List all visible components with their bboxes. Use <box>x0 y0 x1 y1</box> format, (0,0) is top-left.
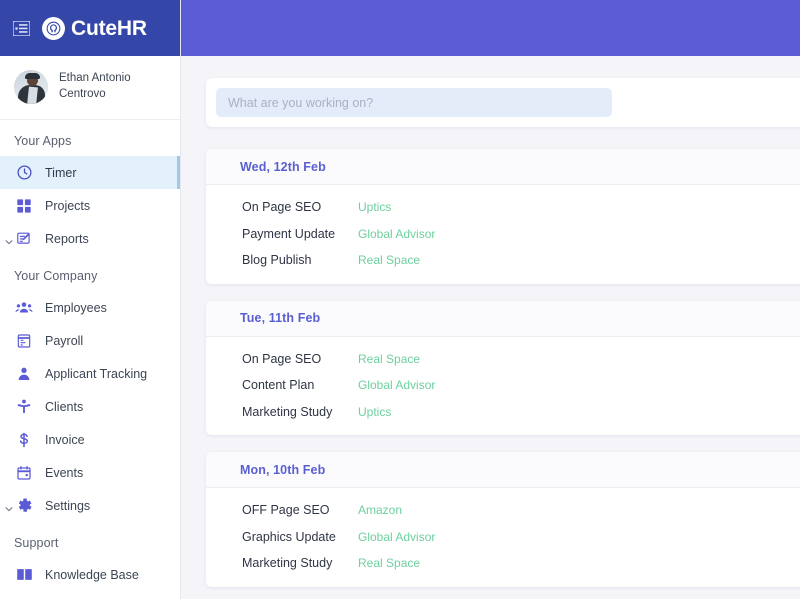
sidebar-item-projects[interactable]: Projects <box>0 189 180 222</box>
sidebar-item-clients-label: Clients <box>45 399 84 414</box>
timesheet-entry-list: On Page SEOReal Space10:10 AMContent Pla… <box>206 337 800 436</box>
sidebar-item-applicant-tracking-label: Applicant Tracking <box>45 366 148 381</box>
sidebar-header: CuteHR <box>0 0 180 56</box>
nav-section-your-apps-label: Your Apps <box>14 134 72 148</box>
timesheet-day-header: Mon, 10th Feb <box>206 452 800 488</box>
chevron-down-icon[interactable] <box>4 501 14 511</box>
entry-task-name: Graphics Update <box>242 529 336 544</box>
clock-icon <box>14 163 34 183</box>
nav-section-your-company-label: Your Company <box>14 269 98 283</box>
entry-task-name: On Page SEO <box>242 200 322 215</box>
entry-project-name[interactable]: Real Space <box>358 352 420 366</box>
sidebar-item-settings[interactable]: Settings <box>0 489 180 522</box>
gear-icon <box>14 496 34 516</box>
brand-name: CuteHR <box>71 16 147 40</box>
content-scroll-area: Wed, 12th FebOn Page SEOUptics10:10 AMPa… <box>180 56 800 599</box>
entry-project-name[interactable]: Global Advisor <box>358 530 435 544</box>
sidebar-item-employees-label: Employees <box>45 300 107 315</box>
hamburger-menu-icon[interactable] <box>10 19 32 38</box>
sidebar-item-events-label: Events <box>45 465 84 480</box>
sidebar-item-knowledge-base[interactable]: Knowledge Base <box>0 558 180 591</box>
timesheet-entry-row[interactable]: OFF Page SEOAmazon10:15 AM <box>206 497 800 524</box>
entry-task-name: Marketing Study <box>242 404 333 419</box>
entry-task-name: OFF Page SEO <box>242 503 330 518</box>
sidebar-item-reports[interactable]: Reports <box>0 222 180 255</box>
calendar-icon <box>14 463 34 483</box>
person-icon <box>14 364 34 384</box>
entry-project-name[interactable]: Real Space <box>358 556 420 570</box>
sidebar-item-clients[interactable]: Clients <box>0 390 180 423</box>
timesheet-entry-row[interactable]: Graphics UpdateGlobal Advisor12:03 PM <box>206 524 800 551</box>
dollar-icon <box>14 430 34 450</box>
sidebar: CuteHR Ethan Antonio Centrovo Your Apps … <box>0 0 180 599</box>
timesheet-day-card: Mon, 10th FebOFF Page SEOAmazon10:15 AMG… <box>206 452 800 587</box>
book-icon <box>14 565 34 585</box>
entry-task-name: Marketing Study <box>242 556 333 571</box>
sidebar-item-payroll-label: Payroll <box>45 333 84 348</box>
entry-task-name: Content Plan <box>242 378 315 393</box>
timesheet-entry-row[interactable]: Blog PublishReal Space02:21 PM <box>206 247 800 274</box>
people-icon <box>14 298 34 318</box>
entry-project-name[interactable]: Uptics <box>358 200 391 214</box>
sidebar-item-settings-label: Settings <box>45 498 91 513</box>
brand-logo[interactable]: CuteHR <box>42 16 147 40</box>
entry-task-name: Blog Publish <box>242 253 312 268</box>
timesheet-entry-row[interactable]: Payment UpdateGlobal Advisor12:03 PM <box>206 221 800 248</box>
timesheet-day-list: Wed, 12th FebOn Page SEOUptics10:10 AMPa… <box>206 149 800 587</box>
report-icon <box>14 229 34 249</box>
task-entry-card <box>206 78 800 127</box>
avatar <box>14 70 48 104</box>
entry-project-name[interactable]: Global Advisor <box>358 378 435 392</box>
timesheet-entry-row[interactable]: Marketing StudyReal Space02:21 PM <box>206 550 800 577</box>
sidebar-item-employees[interactable]: Employees <box>0 291 180 324</box>
sidebar-item-reports-label: Reports <box>45 231 89 246</box>
sidebar-item-invoice[interactable]: Invoice <box>0 423 180 456</box>
timesheet-day-header: Tue, 11th Feb <box>206 300 800 337</box>
client-icon <box>14 397 34 417</box>
entry-project-name[interactable]: Amazon <box>358 503 402 517</box>
search-input[interactable] <box>216 88 612 117</box>
timesheet-entry-list: On Page SEOUptics10:10 AMPayment UpdateG… <box>206 185 800 284</box>
sidebar-item-payroll[interactable]: Payroll <box>0 324 180 357</box>
timesheet-date-label: Tue, 11th Feb <box>240 311 321 325</box>
entry-project-name[interactable]: Global Advisor <box>358 227 435 241</box>
sidebar-item-timer-label: Timer <box>45 165 77 180</box>
entry-project-name[interactable]: Real Space <box>358 253 420 267</box>
grid-icon <box>14 196 34 216</box>
sidebar-item-applicant-tracking[interactable]: Applicant Tracking <box>0 357 180 390</box>
timesheet-day-card: Wed, 12th FebOn Page SEOUptics10:10 AMPa… <box>206 149 800 284</box>
cutehr-circle-logo-icon <box>42 16 65 40</box>
sidebar-item-knowledge-base-label: Knowledge Base <box>45 567 139 582</box>
timesheet-day-card: Tue, 11th FebOn Page SEOReal Space10:10 … <box>206 300 800 436</box>
entry-project-name[interactable]: Uptics <box>358 405 391 419</box>
sidebar-item-timer[interactable]: Timer <box>0 156 180 189</box>
app-root: CuteHR Ethan Antonio Centrovo Your Apps … <box>0 0 800 599</box>
timesheet-day-header: Wed, 12th Feb <box>206 149 800 185</box>
timesheet-entry-row[interactable]: Marketing StudyUptics02:21 PM <box>206 399 800 426</box>
timesheet-date-label: Wed, 12th Feb <box>240 159 326 174</box>
sidebar-item-invoice-label: Invoice <box>45 432 85 447</box>
timesheet-entry-row[interactable]: On Page SEOUptics10:10 AM <box>206 194 800 221</box>
timesheet-entry-row[interactable]: Content PlanGlobal Advisor12:03 PM <box>206 372 800 399</box>
main-area: Wed, 12th FebOn Page SEOUptics10:10 AMPa… <box>180 0 800 599</box>
timesheet-date-label: Mon, 10th Feb <box>240 462 326 477</box>
entry-task-name: Payment Update <box>242 226 336 241</box>
sidebar-item-events[interactable]: Events <box>0 456 180 489</box>
timesheet-entry-list: OFF Page SEOAmazon10:15 AMGraphics Updat… <box>206 488 800 587</box>
profile-name: Ethan Antonio Centrovo <box>59 72 131 100</box>
top-header-bar <box>180 0 800 56</box>
sidebar-item-projects-label: Projects <box>45 198 91 213</box>
chevron-down-icon[interactable] <box>4 234 14 244</box>
nav-section-support-label: Support <box>14 536 59 550</box>
profile-block[interactable]: Ethan Antonio Centrovo <box>0 56 180 120</box>
timesheet-entry-row[interactable]: On Page SEOReal Space10:10 AM <box>206 346 800 373</box>
entry-task-name: On Page SEO <box>242 351 322 366</box>
payroll-icon <box>14 331 34 351</box>
